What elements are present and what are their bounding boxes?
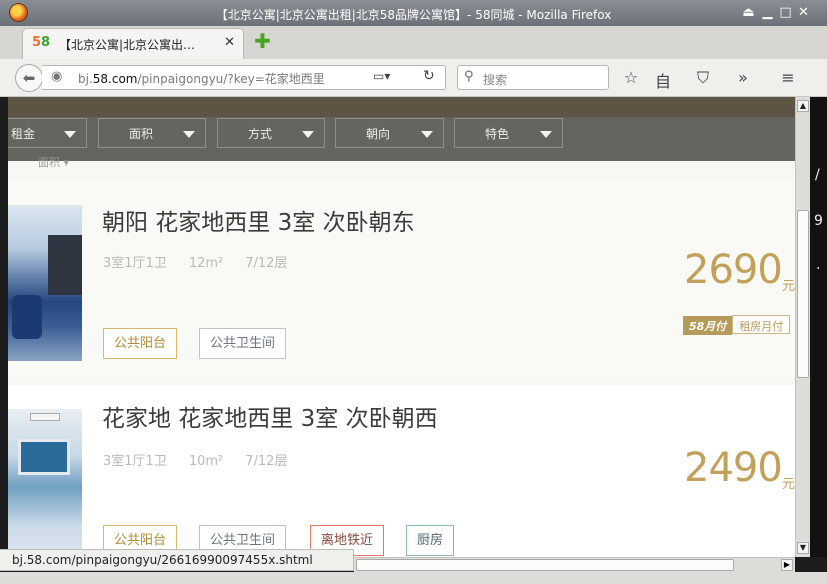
- title-bar: 【北京公寓|北京公寓出租|北京58品牌公寓馆】- 58同城 - Mozilla …: [0, 0, 827, 26]
- filter-label: 租金: [11, 127, 36, 141]
- photo-tv-shape: [18, 439, 70, 475]
- filter-type-dropdown[interactable]: 方式: [217, 118, 325, 148]
- vertical-scrollbar[interactable]: ▲ ▼: [795, 97, 810, 557]
- chevron-down-icon: [540, 131, 552, 138]
- chevron-down-icon: [64, 131, 76, 138]
- chevron-down-icon: [183, 131, 195, 138]
- filter-bar: 租金 面积 方式 朝向 特色: [8, 97, 795, 161]
- listing-floor: 7/12层: [245, 256, 288, 271]
- url-text[interactable]: bj.58.com/pinpaigongyu/?key=花家地西里: [78, 70, 325, 87]
- listing-card[interactable]: 花家地 花家地西里 3室 次卧朝西 3室1厅1卫 10m² 7/12层 2490 元…: [8, 385, 795, 557]
- listing-area: 12m²: [188, 256, 224, 271]
- listing-price: 2490: [684, 445, 783, 491]
- photo-bedding-shape: [12, 295, 42, 339]
- navigation-toolbar: ⬅ ◉ bj.58.com/pinpaigongyu/?key=花家地西里 ▭▾…: [0, 59, 827, 97]
- listing-card[interactable]: 朝阳 花家地西里 3室 次卧朝东 3室1厅1卫 12m² 7/12层 2690 元 …: [8, 181, 795, 381]
- listing-floor: 7/12层: [245, 454, 288, 469]
- window-bottom-frame: [0, 572, 827, 584]
- tag-public-balcony: 公共阳台: [103, 328, 178, 359]
- new-tab-icon[interactable]: ✚: [253, 31, 272, 52]
- close-window-button[interactable]: ✕: [796, 5, 811, 20]
- maximize-button[interactable]: □: [778, 5, 793, 20]
- listing-photo[interactable]: [8, 409, 82, 557]
- globe-icon: ◉: [51, 69, 63, 84]
- minimize-button[interactable]: ▁: [760, 5, 775, 20]
- filter-rent-dropdown[interactable]: 租金: [8, 118, 87, 148]
- sort-area-label[interactable]: 面积 ▾: [38, 154, 69, 170]
- bg-char: 9: [814, 213, 823, 229]
- listing-title[interactable]: 朝阳 花家地西里 3室 次卧朝东: [102, 203, 415, 237]
- tag-public-bathroom: 公共卫生间: [199, 328, 287, 359]
- window-title: 【北京公寓|北京公寓出租|北京58品牌公寓馆】- 58同城 - Mozilla …: [215, 8, 612, 22]
- page-content: 租金 面积 方式 朝向 特色 面积 ▾ 朝阳 花家地西里 3室 次卧朝东 3室1…: [8, 97, 795, 557]
- photo-furniture-shape: [48, 235, 82, 295]
- shade-window-button[interactable]: ⏏: [741, 5, 756, 20]
- horizontal-scroll-thumb[interactable]: [356, 559, 734, 571]
- reader-view-icon[interactable]: ▭▾: [373, 69, 390, 83]
- filter-orientation-dropdown[interactable]: 朝向: [335, 118, 444, 148]
- search-placeholder: 搜索: [483, 73, 508, 87]
- pay-badge-text: 租房月付: [732, 315, 791, 334]
- filter-label: 特色: [485, 127, 510, 141]
- vertical-scroll-thumb[interactable]: [797, 210, 809, 378]
- pocket-icon[interactable]: ⛉: [692, 68, 714, 88]
- url-path: /pinpaigongyu/?key=花家地西里: [137, 72, 325, 86]
- filter-label: 朝向: [366, 127, 391, 141]
- url-prefix: bj.: [78, 72, 93, 86]
- filter-feature-dropdown[interactable]: 特色: [454, 118, 563, 148]
- listing-title[interactable]: 花家地 花家地西里 3室 次卧朝西: [102, 399, 438, 433]
- tag-kitchen: 厨房: [406, 525, 455, 556]
- chevron-down-icon: [302, 131, 314, 138]
- listing-layout: 3室1厅1卫: [103, 454, 167, 469]
- monthly-pay-badge: 58月付 租房月付: [683, 315, 791, 335]
- bg-char: ·: [816, 261, 821, 277]
- listing-meta: 3室1厅1卫 12m² 7/12层: [103, 252, 309, 271]
- scroll-down-icon[interactable]: ▼: [797, 542, 809, 554]
- chevron-down-icon: [421, 131, 433, 138]
- url-domain: 58.com: [92, 72, 138, 86]
- filter-area-dropdown[interactable]: 面积: [98, 118, 206, 148]
- bookmark-star-icon[interactable]: ☆: [620, 68, 642, 87]
- horizontal-scrollbar[interactable]: ▶: [354, 557, 795, 572]
- tab-close-icon[interactable]: ✕: [224, 35, 235, 50]
- back-button[interactable]: ⬅: [15, 64, 43, 92]
- filter-label: 方式: [248, 127, 273, 141]
- photo-aircon-shape: [30, 413, 60, 421]
- listing-photo[interactable]: [8, 205, 82, 361]
- background-terminal-strip: / 9 ·: [810, 97, 827, 557]
- price-unit: 元: [782, 279, 795, 294]
- tab-label: 【北京公寓|北京公寓出…: [59, 38, 196, 52]
- favicon-digit-5: 5: [32, 35, 42, 50]
- tab-strip: 58 【北京公寓|北京公寓出… ✕ ✚: [0, 26, 827, 59]
- search-input[interactable]: ⚲ 搜索: [457, 65, 609, 90]
- listing-price: 2690: [684, 247, 783, 293]
- listing-layout: 3室1厅1卫: [103, 256, 167, 271]
- reading-list-icon[interactable]: 自: [652, 68, 674, 92]
- filter-label: 面积: [129, 127, 154, 141]
- url-bar[interactable]: ◉ bj.58.com/pinpaigongyu/?key=花家地西里 ▭▾ ↻: [42, 65, 446, 90]
- menu-hamburger-icon[interactable]: ≡: [777, 68, 799, 87]
- bg-char: /: [815, 167, 820, 183]
- listing-meta: 3室1厅1卫 10m² 7/12层: [103, 450, 309, 469]
- scroll-up-icon[interactable]: ▲: [797, 100, 809, 112]
- price-unit: 元: [782, 477, 795, 492]
- overflow-chevron-icon[interactable]: »: [732, 68, 754, 87]
- filter-bar-top-strip: [8, 97, 795, 117]
- favicon-digit-8: 8: [41, 35, 51, 50]
- reload-icon[interactable]: ↻: [423, 68, 435, 84]
- scroll-right-icon[interactable]: ▶: [781, 559, 793, 571]
- browser-window: 【北京公寓|北京公寓出租|北京58品牌公寓馆】- 58同城 - Mozilla …: [0, 0, 827, 584]
- pay-badge-brand: 58月付: [683, 316, 733, 335]
- status-link-preview: bj.58.com/pinpaigongyu/26616990097455x.s…: [0, 549, 354, 571]
- tab-active[interactable]: 58 【北京公寓|北京公寓出… ✕: [22, 28, 244, 59]
- site-favicon-icon: 58: [32, 35, 50, 50]
- search-icon: ⚲: [464, 69, 474, 84]
- listing-area: 10m²: [188, 454, 224, 469]
